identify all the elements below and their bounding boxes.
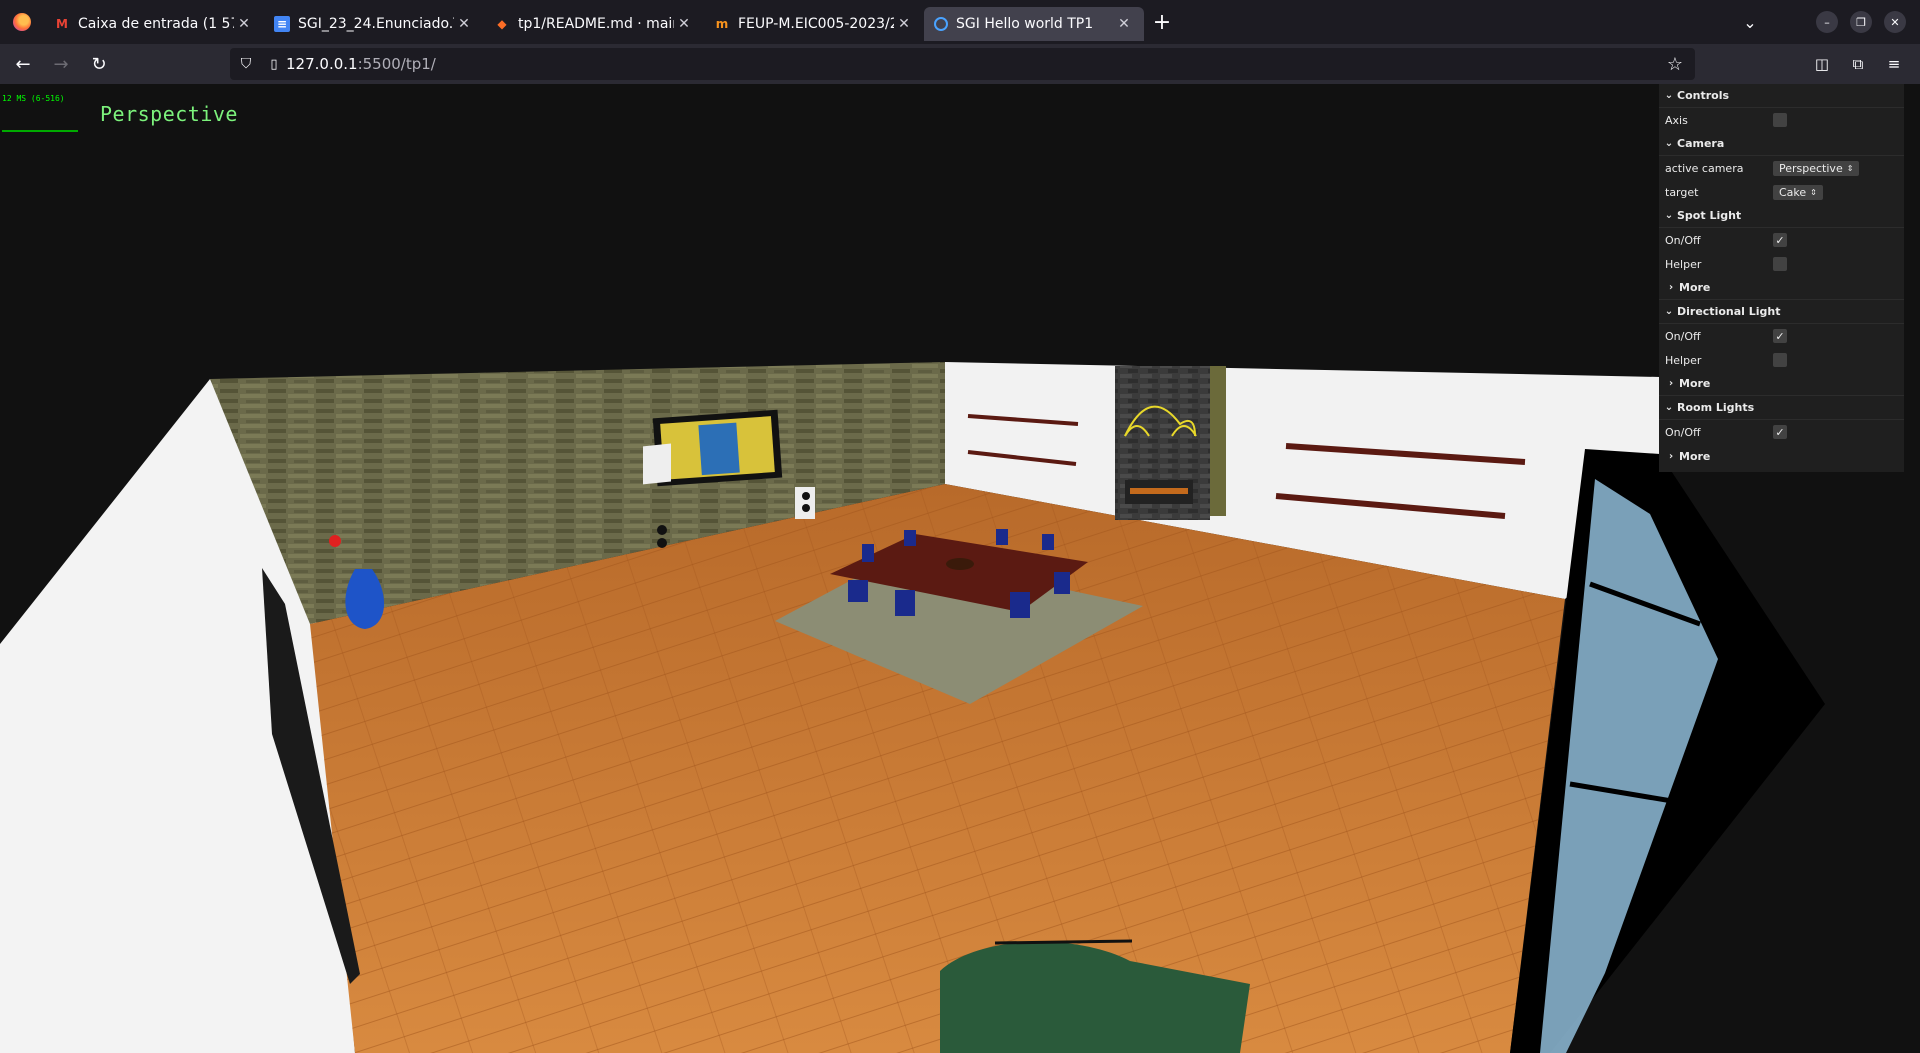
tab-title: SGI_23_24.Enunciado.T1 bbox=[298, 16, 454, 32]
room-onoff-checkbox[interactable]: ✓ bbox=[1773, 425, 1787, 439]
close-tab-icon[interactable]: ✕ bbox=[1114, 16, 1134, 32]
spot-onoff-checkbox[interactable]: ✓ bbox=[1773, 233, 1787, 247]
room-onoff-row: On/Off ✓ bbox=[1659, 420, 1904, 444]
select-arrow-icon: ⇕ bbox=[1846, 163, 1854, 173]
camera-label: Perspective bbox=[100, 102, 238, 126]
cake bbox=[946, 558, 974, 570]
chevron-down-icon: ⌄ bbox=[1664, 90, 1674, 101]
select-arrow-icon: ⇕ bbox=[1810, 187, 1817, 197]
speaker-left bbox=[643, 443, 671, 485]
active-camera-row: active camera Perspective ⇕ bbox=[1659, 156, 1904, 180]
spot-onoff-row: On/Off ✓ bbox=[1659, 228, 1904, 252]
list-all-tabs-icon[interactable]: ⌄ bbox=[1730, 13, 1770, 32]
chevron-down-icon: ⌄ bbox=[1664, 210, 1674, 221]
axis-row: Axis bbox=[1659, 108, 1904, 132]
tab-title: Caixa de entrada (1 570) bbox=[78, 16, 234, 32]
dir-more-folder[interactable]: › More bbox=[1659, 372, 1904, 396]
page-info-icon[interactable]: ▯ bbox=[262, 57, 286, 72]
controls-folder-title[interactable]: ⌄ Controls bbox=[1659, 84, 1904, 108]
reload-icon[interactable]: ↻ bbox=[84, 49, 114, 79]
chevron-right-icon: › bbox=[1668, 450, 1674, 462]
dir-helper-checkbox[interactable] bbox=[1773, 353, 1787, 367]
dir-helper-row: Helper bbox=[1659, 348, 1904, 372]
gmail-icon: M bbox=[56, 17, 68, 31]
docs-icon: ≡ bbox=[274, 16, 290, 32]
back-icon[interactable]: ← bbox=[8, 49, 38, 79]
speaker-right bbox=[795, 487, 815, 519]
tab-title: tp1/README.md · main · bbox=[518, 16, 674, 32]
tracking-shield-icon[interactable]: ⛉ bbox=[230, 56, 262, 72]
dir-onoff-row: On/Off ✓ bbox=[1659, 324, 1904, 348]
chevron-right-icon: › bbox=[1668, 378, 1674, 389]
close-tab-icon[interactable]: ✕ bbox=[894, 16, 914, 32]
app-menu-icon[interactable]: ≡ bbox=[1876, 55, 1912, 73]
navigation-bar: ← → ↻ ⛉ ▯ 127.0.0.1:5500/tp1/ ☆ ◫ ⧉ ≡ bbox=[0, 44, 1920, 84]
minimize-button[interactable]: – bbox=[1816, 11, 1838, 33]
room-more-folder[interactable]: › More bbox=[1659, 444, 1904, 468]
close-tab-icon[interactable]: ✕ bbox=[234, 16, 254, 32]
bookmark-star-icon[interactable]: ☆ bbox=[1667, 54, 1683, 75]
tab-gitlab[interactable]: ◆ tp1/README.md · main · ✕ bbox=[484, 7, 704, 41]
forward-icon[interactable]: → bbox=[46, 49, 76, 79]
close-tab-icon[interactable]: ✕ bbox=[454, 16, 474, 32]
url-bar[interactable]: ⛉ ▯ 127.0.0.1:5500/tp1/ ☆ bbox=[230, 48, 1695, 80]
spot-helper-checkbox[interactable] bbox=[1773, 257, 1787, 271]
camera-folder-title[interactable]: ⌄ Camera bbox=[1659, 132, 1904, 156]
moodle-icon: m bbox=[715, 17, 729, 31]
spot-more-folder[interactable]: › More bbox=[1659, 276, 1904, 300]
tab-moodle[interactable]: m FEUP-M.EIC005-2023/20 ✕ bbox=[704, 7, 924, 41]
chevron-down-icon: ⌄ bbox=[1664, 306, 1674, 317]
gui-panel: ⌄ Controls Axis ⌄ Camera active camera P… bbox=[1659, 84, 1904, 472]
url-host: 127.0.0.1 bbox=[286, 55, 358, 73]
axis-checkbox[interactable] bbox=[1773, 113, 1787, 127]
room-scene bbox=[0, 362, 1825, 1053]
window-controls: ⌄ – ❐ ✕ bbox=[1730, 0, 1920, 44]
directional-light-folder-title[interactable]: ⌄ Directional Light bbox=[1659, 300, 1904, 324]
spot-helper-row: Helper bbox=[1659, 252, 1904, 276]
close-window-button[interactable]: ✕ bbox=[1884, 11, 1906, 33]
close-tab-icon[interactable]: ✕ bbox=[674, 16, 694, 32]
flower bbox=[329, 535, 341, 547]
stats-bar bbox=[2, 130, 78, 132]
chevron-right-icon: › bbox=[1668, 282, 1674, 293]
tab-docs[interactable]: ≡ SGI_23_24.Enunciado.T1 ✕ bbox=[264, 7, 484, 41]
firefox-menu-icon[interactable] bbox=[0, 0, 44, 44]
pocket-icon[interactable]: ◫ bbox=[1804, 55, 1840, 73]
restore-button[interactable]: ❐ bbox=[1850, 11, 1872, 33]
webgl-canvas[interactable]: 12 MS (6-516) Perspective ⌄ Controls Axi… bbox=[0, 84, 1920, 1053]
tab-title: SGI Hello world TP1 bbox=[956, 16, 1094, 32]
page-icon bbox=[934, 17, 948, 31]
target-row: target Cake ⇕ bbox=[1659, 180, 1904, 204]
tab-title: FEUP-M.EIC005-2023/20 bbox=[738, 16, 894, 32]
tab-strip: M Caixa de entrada (1 570) ✕ ≡ SGI_23_24… bbox=[0, 0, 1920, 44]
url-path: :5500/tp1/ bbox=[357, 55, 436, 73]
toolbar-right: ◫ ⧉ ≡ bbox=[1804, 44, 1920, 84]
target-select[interactable]: Cake ⇕ bbox=[1773, 184, 1823, 200]
active-camera-select[interactable]: Perspective ⇕ bbox=[1773, 160, 1860, 176]
dir-onoff-checkbox[interactable]: ✓ bbox=[1773, 329, 1787, 343]
tab-sgi-hello-world[interactable]: SGI Hello world TP1 ✕ bbox=[924, 7, 1144, 41]
extensions-icon[interactable]: ⧉ bbox=[1840, 55, 1876, 73]
room-lights-folder-title[interactable]: ⌄ Room Lights bbox=[1659, 396, 1904, 420]
new-tab-button[interactable]: + bbox=[1144, 4, 1180, 40]
spot-light-folder-title[interactable]: ⌄ Spot Light bbox=[1659, 204, 1904, 228]
stats-panel[interactable]: 12 MS (6-516) bbox=[2, 86, 78, 132]
chevron-down-icon: ⌄ bbox=[1664, 138, 1674, 149]
stats-text: 12 MS (6-516) bbox=[2, 94, 65, 103]
chevron-down-icon: ⌄ bbox=[1664, 402, 1674, 413]
gitlab-icon: ◆ bbox=[497, 17, 507, 31]
tab-gmail[interactable]: M Caixa de entrada (1 570) ✕ bbox=[44, 7, 264, 41]
